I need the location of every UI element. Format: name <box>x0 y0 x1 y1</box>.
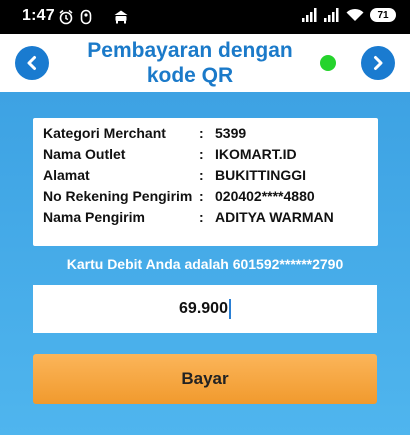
status-bar: 1:47 71 <box>0 0 410 34</box>
info-value: 5399 <box>215 125 247 141</box>
content-area: Kategori Merchant : 5399 Nama Outlet : I… <box>0 92 410 435</box>
info-row-merchant-category: Kategori Merchant : 5399 <box>43 124 368 142</box>
info-label: No Rekening Pengirim <box>43 188 193 204</box>
info-row-address: Alamat : BUKITTINGGI <box>43 166 368 184</box>
info-value: 020402****4880 <box>215 188 315 204</box>
info-row-outlet-name: Nama Outlet : IKOMART.ID <box>43 145 368 163</box>
info-separator: : <box>199 167 204 183</box>
info-separator: : <box>199 125 204 141</box>
signal-icon <box>324 8 339 22</box>
info-label: Alamat <box>43 167 90 183</box>
back-button[interactable] <box>15 46 49 80</box>
info-value: IKOMART.ID <box>215 146 297 162</box>
info-row-sender-name: Nama Pengirim : ADITYA WARMAN <box>43 208 368 226</box>
info-separator: : <box>199 188 204 204</box>
info-separator: : <box>199 209 204 225</box>
next-button[interactable] <box>361 46 395 80</box>
chevron-right-icon <box>374 56 383 70</box>
notification-icon <box>80 9 92 25</box>
page-title: Pembayaran dengan kode QR <box>87 39 293 87</box>
alarm-icon <box>59 9 73 25</box>
amount-value: 69.900 <box>179 300 228 317</box>
info-separator: : <box>199 146 204 162</box>
info-value: BUKITTINGGI <box>215 167 306 183</box>
info-value: ADITYA WARMAN <box>215 209 334 225</box>
chevron-left-icon <box>27 56 36 70</box>
signal-icon <box>302 8 317 22</box>
info-label: Kategori Merchant <box>43 125 166 141</box>
info-label: Nama Pengirim <box>43 209 145 225</box>
status-right-group: 71 <box>302 8 396 22</box>
battery-icon: 71 <box>370 8 396 22</box>
wifi-icon <box>346 8 364 21</box>
status-indicator <box>320 55 336 71</box>
info-label: Nama Outlet <box>43 146 126 162</box>
pay-button[interactable]: Bayar <box>33 354 377 404</box>
header: Pembayaran dengan kode QR <box>0 34 410 92</box>
car-icon <box>114 10 128 24</box>
info-row-sender-account: No Rekening Pengirim : 020402****4880 <box>43 187 368 205</box>
status-time: 1:47 <box>22 7 55 24</box>
amount-input[interactable]: 69.900 <box>33 285 377 333</box>
merchant-info-card: Kategori Merchant : 5399 Nama Outlet : I… <box>33 118 378 246</box>
text-cursor <box>228 299 231 319</box>
debit-card-info: Kartu Debit Anda adalah 601592******2790 <box>66 256 344 272</box>
